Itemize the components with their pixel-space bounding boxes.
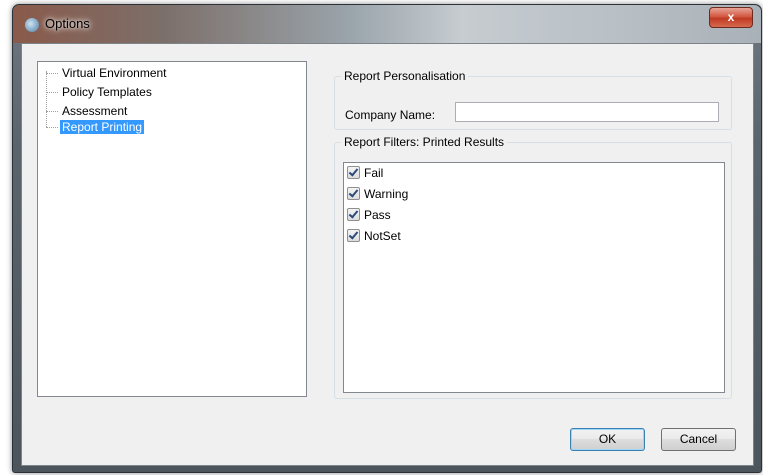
dialog-body: Virtual Environment Policy Templates Ass… — [21, 43, 754, 466]
close-button[interactable]: x — [709, 7, 753, 28]
tree-item-label: Assessment — [62, 104, 128, 118]
tree-item-label: Report Printing — [60, 120, 145, 134]
report-filters-group: Report Filters: Printed Results Fail War… — [334, 135, 732, 399]
checkbox-checked-icon[interactable] — [347, 229, 360, 243]
filter-item-notset[interactable]: NotSet — [347, 228, 401, 245]
cancel-button[interactable]: Cancel — [661, 428, 736, 451]
report-personalisation-group: Report Personalisation Company Name: — [334, 69, 732, 130]
group-legend: Report Personalisation — [341, 69, 469, 83]
app-icon — [25, 18, 39, 32]
filter-item-pass[interactable]: Pass — [347, 207, 391, 224]
tree-item-assessment[interactable]: Assessment — [46, 103, 129, 119]
group-legend: Report Filters: Printed Results — [341, 135, 508, 149]
filter-label: Fail — [364, 166, 384, 180]
title-bar[interactable]: Options x — [13, 5, 761, 43]
options-dialog: Options x Virtual Environment Policy Tem… — [12, 4, 762, 473]
company-name-label: Company Name: — [345, 108, 436, 122]
tree-connector — [46, 91, 58, 94]
company-name-input[interactable] — [455, 102, 719, 122]
filter-label: Pass — [364, 208, 391, 222]
filter-label: Warning — [364, 187, 409, 201]
tree-item-report-printing[interactable]: Report Printing — [46, 119, 145, 135]
tree-item-label: Virtual Environment — [62, 66, 167, 80]
tree-item-label: Policy Templates — [62, 85, 152, 99]
options-tree[interactable]: Virtual Environment Policy Templates Ass… — [37, 61, 307, 397]
tree-item-virtual-environment[interactable]: Virtual Environment — [46, 65, 169, 81]
printed-results-list[interactable]: Fail Warning Pass NotSet — [343, 162, 725, 393]
filter-item-fail[interactable]: Fail — [347, 165, 383, 182]
filter-label: NotSet — [364, 229, 401, 243]
tree-item-policy-templates[interactable]: Policy Templates — [46, 84, 154, 100]
tree-connector — [46, 126, 58, 129]
checkbox-checked-icon[interactable] — [347, 208, 360, 222]
checkbox-checked-icon[interactable] — [347, 187, 360, 201]
checkbox-checked-icon[interactable] — [347, 166, 360, 180]
window-title: Options — [45, 16, 90, 31]
filter-item-warning[interactable]: Warning — [347, 186, 408, 203]
ok-button[interactable]: OK — [570, 428, 645, 451]
tree-connector — [46, 110, 58, 113]
tree-connector — [46, 72, 58, 75]
